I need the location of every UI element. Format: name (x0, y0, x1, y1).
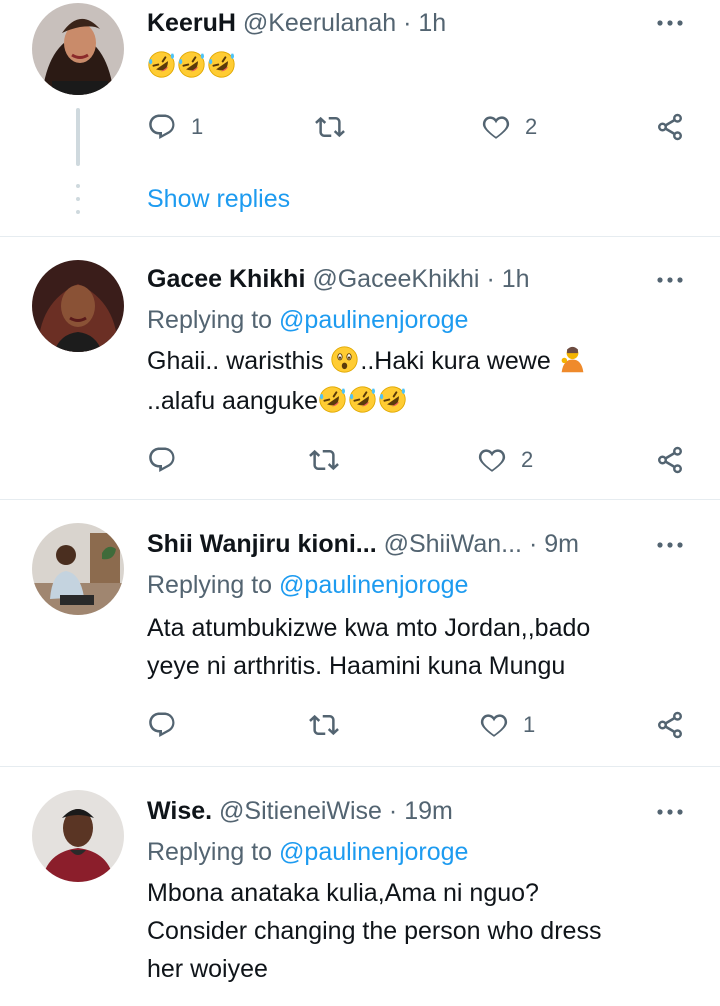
timestamp[interactable]: 19m (404, 797, 453, 825)
user-handle[interactable]: @SitieneiWise (219, 797, 382, 825)
tweet-text-line: Ghaii.. waristhis (147, 347, 324, 375)
timestamp[interactable]: 1h (502, 265, 530, 293)
rofl-emoji-icon (147, 50, 176, 79)
retweet-icon (309, 445, 339, 475)
share-button[interactable] (655, 445, 685, 475)
separator: · (486, 265, 495, 293)
like-count: 1 (523, 712, 536, 737)
shrug-emoji-icon (558, 345, 587, 374)
timestamp[interactable]: 9m (544, 530, 579, 558)
more-options-icon[interactable] (655, 275, 685, 285)
more-options-icon[interactable] (655, 540, 685, 550)
like-count: 2 (521, 447, 534, 472)
retweet-button[interactable] (315, 112, 345, 142)
tweet-header: Gacee Khikhi @GaceeKhikhi · 1h (147, 264, 530, 294)
display-name[interactable]: KeeruH (147, 9, 236, 37)
tweet-header: Wise. @SitieneiWise · 19m (147, 796, 453, 826)
heart-icon (479, 710, 509, 740)
tweet[interactable]: Shii Wanjiru kioni... @ShiiWan... · 9m R… (0, 500, 720, 766)
reply-icon (147, 112, 177, 142)
tweet-text-line: Mbona anataka kulia,Ama ni nguo? (147, 879, 539, 907)
reply-icon (147, 445, 177, 475)
separator: · (528, 530, 538, 558)
tweet-actions: 2 (147, 445, 692, 475)
show-replies-link[interactable]: Show replies (147, 185, 290, 214)
share-button[interactable] (655, 112, 685, 142)
rofl-emoji-icon (348, 385, 377, 414)
tweet-text-line: yeye ni arthritis. Haamini kuna Mungu (147, 652, 566, 680)
rofl-emoji-icon (177, 50, 206, 79)
rofl-emoji-icon (378, 385, 407, 414)
reply-button[interactable] (147, 710, 177, 740)
like-button[interactable]: 2 (481, 112, 537, 142)
separator: · (388, 797, 398, 825)
tweet-text: Ghaii.. waristhis ..Haki kura wewe (147, 343, 588, 380)
share-icon (655, 710, 685, 740)
user-handle[interactable]: @GaceeKhikhi (312, 265, 479, 293)
tweet-text-line: her woiyee (147, 955, 268, 983)
mention-link[interactable]: @paulinenjoroge (279, 838, 468, 866)
astonished-emoji-icon (330, 345, 359, 374)
mention-link[interactable]: @paulinenjoroge (279, 306, 468, 334)
reply-count: 1 (191, 114, 204, 139)
user-handle[interactable]: @ShiiWan... (384, 530, 522, 558)
tweet-text-line: ..Haki kura wewe (360, 347, 551, 375)
replying-to-label: Replying to (147, 306, 273, 334)
tweet[interactable]: Gacee Khikhi @GaceeKhikhi · 1h Replying … (0, 237, 720, 499)
replying-to: Replying to @paulinenjoroge (147, 570, 468, 600)
tweet-text-line: Consider changing the person who dress (147, 917, 602, 945)
reply-icon (147, 710, 177, 740)
user-handle[interactable]: @Keerulanah (243, 9, 396, 37)
tweet-text-line: ..alafu aanguke (147, 387, 318, 415)
tweet-actions: 1 (147, 710, 692, 740)
display-name[interactable]: Wise. (147, 797, 212, 825)
more-options-icon[interactable] (655, 807, 685, 817)
display-name[interactable]: Gacee Khikhi (147, 265, 305, 293)
share-icon (655, 112, 685, 142)
retweet-button[interactable] (309, 445, 339, 475)
avatar[interactable] (32, 790, 124, 882)
replying-to-label: Replying to (147, 838, 273, 866)
replying-to: Replying to @paulinenjoroge (147, 305, 468, 335)
mention-link[interactable]: @paulinenjoroge (279, 571, 468, 599)
tweet-text-line: Ata atumbukizwe kwa mto Jordan,,bado (147, 614, 591, 642)
retweet-icon (309, 710, 339, 740)
thread-dot (76, 184, 80, 188)
heart-icon (477, 445, 507, 475)
thread-line (76, 108, 80, 166)
rofl-emoji-icon (318, 385, 347, 414)
avatar[interactable] (32, 523, 124, 615)
timestamp[interactable]: 1h (418, 9, 446, 37)
tweet-header: KeeruH @Keerulanah · 1h (147, 8, 446, 38)
heart-icon (481, 112, 511, 142)
replying-to-label: Replying to (147, 571, 273, 599)
share-button[interactable] (655, 710, 685, 740)
more-options-icon[interactable] (655, 18, 685, 28)
replying-to: Replying to @paulinenjoroge (147, 837, 468, 867)
tweet[interactable]: KeeruH @Keerulanah · 1h 1 2 Show replies (0, 0, 720, 236)
display-name[interactable]: Shii Wanjiru kioni... (147, 530, 377, 558)
avatar[interactable] (32, 260, 124, 352)
share-icon (655, 445, 685, 475)
retweet-icon (315, 112, 345, 142)
tweet-actions: 1 2 (147, 112, 692, 142)
thread-dot (76, 210, 80, 214)
reply-button[interactable]: 1 (147, 112, 203, 142)
like-count: 2 (525, 114, 538, 139)
tweet-header: Shii Wanjiru kioni... @ShiiWan... · 9m (147, 529, 579, 559)
like-button[interactable]: 1 (479, 710, 535, 740)
retweet-button[interactable] (309, 710, 339, 740)
tweet[interactable]: Wise. @SitieneiWise · 19m Replying to @p… (0, 767, 720, 1006)
rofl-emoji-icon (207, 50, 236, 79)
avatar[interactable] (32, 3, 124, 95)
reply-button[interactable] (147, 445, 177, 475)
tweet-text (147, 48, 237, 85)
tweet-text: ..alafu aanguke (147, 383, 408, 420)
thread-dot (76, 197, 80, 201)
like-button[interactable]: 2 (477, 445, 533, 475)
separator: · (403, 9, 412, 37)
